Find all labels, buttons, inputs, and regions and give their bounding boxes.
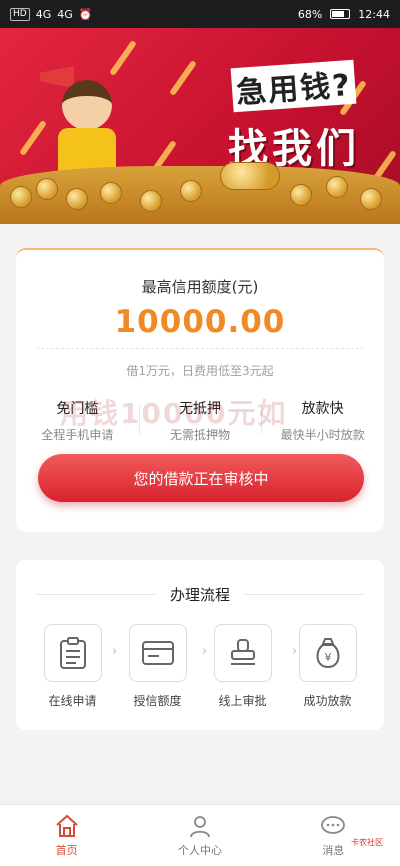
- loan-status-label: 您的借款正在审核中: [133, 469, 269, 488]
- tab-profile[interactable]: 个人中心: [133, 805, 266, 866]
- process-step-label: 授信额度: [133, 694, 182, 708]
- tab-label: 首页: [55, 843, 78, 857]
- status-bar: HD 4G 4G ⏰ 68% 12:44: [0, 0, 400, 28]
- battery-icon: [330, 9, 351, 19]
- chevron-right-icon: ›: [292, 644, 298, 659]
- home-icon: [55, 814, 78, 837]
- feature-desc: 无需抵押物: [170, 428, 231, 442]
- corner-logo: 卡农社区: [348, 836, 386, 849]
- credit-limit-label: 最高信用额度(元): [141, 278, 259, 296]
- chevron-right-icon: ›: [112, 644, 118, 659]
- process-card: 办理流程 在线申请 授信额度 线上审批 ¥ 成功放款 › › ›: [16, 560, 384, 730]
- feature-desc: 全程手机申请: [41, 428, 114, 442]
- process-step: 线上审批: [208, 624, 278, 709]
- loan-status-button[interactable]: 您的借款正在审核中: [38, 454, 364, 502]
- feature-item: 免门槛 全程手机申请: [16, 398, 139, 443]
- message-icon: [321, 815, 346, 834]
- credit-limit-amount: 10000.00: [114, 304, 286, 340]
- card-icon: [128, 624, 187, 682]
- feature-desc: 最快半小时放款: [280, 428, 365, 442]
- feature-title: 免门槛: [56, 401, 99, 417]
- stamp-icon: [213, 624, 272, 682]
- signal-left: 4G: [35, 7, 52, 21]
- feature-title: 无抵押: [179, 401, 221, 417]
- megaphone-icon: [40, 66, 74, 88]
- battery-percent: 68%: [297, 7, 323, 21]
- chevron-right-icon: ›: [202, 644, 208, 659]
- process-step: 授信额度: [123, 624, 193, 709]
- tab-label: 个人中心: [177, 843, 222, 857]
- banner-headline: 急用钱? 找我们: [228, 59, 360, 174]
- process-step-label: 在线申请: [48, 694, 97, 708]
- svg-text:¥: ¥: [324, 651, 331, 664]
- alarm-icon: ⏰: [78, 7, 93, 21]
- tab-home[interactable]: 首页: [0, 805, 133, 866]
- feature-title: 放款快: [301, 401, 344, 417]
- feature-item: 放款快 最快半小时放款: [261, 398, 384, 443]
- divider: [36, 348, 364, 349]
- coins-pile: [0, 162, 400, 224]
- user-icon: [190, 815, 210, 837]
- credit-limit-note: 借1万元，日费用低至3元起: [126, 364, 274, 378]
- process-step: 在线申请: [38, 624, 108, 709]
- feature-item: 无抵押 无需抵押物: [138, 398, 262, 443]
- process-step: ¥ 成功放款: [293, 624, 363, 709]
- process-step-label: 线上审批: [218, 694, 267, 708]
- process-steps: 在线申请 授信额度 线上审批 ¥ 成功放款 › › ›: [16, 624, 384, 709]
- tab-label: 消息: [322, 843, 345, 857]
- clipboard-icon: [43, 624, 102, 682]
- bottom-tab-bar: 首页 个人中心 消息: [0, 804, 400, 866]
- banner-line1: 急用钱?: [230, 59, 358, 113]
- hd-icon: HD: [10, 7, 30, 21]
- signal-right: 4G: [57, 7, 73, 21]
- feature-list: 免门槛 全程手机申请 无抵押 无需抵押物 放款快 最快半小时放款: [16, 398, 384, 443]
- process-title-row: 办理流程: [36, 584, 365, 605]
- process-step-label: 成功放款: [303, 694, 352, 708]
- money-bag-icon: ¥: [298, 624, 357, 682]
- promo-banner[interactable]: 急用钱? 找我们: [0, 28, 400, 224]
- process-title: 办理流程: [170, 586, 231, 604]
- clock: 12:44: [358, 7, 390, 21]
